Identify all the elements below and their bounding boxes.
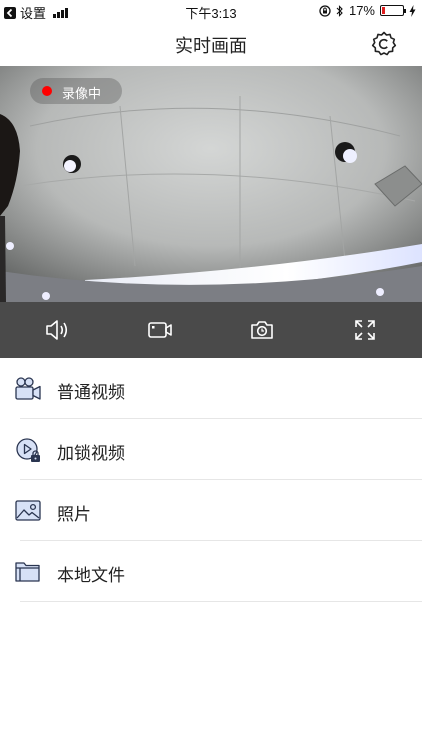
page-title: 实时画面: [175, 36, 247, 56]
battery-icon: [380, 5, 406, 16]
menu-label-photo: 照片: [57, 505, 91, 524]
battery-percent: 17%: [348, 3, 375, 18]
settings-icon[interactable]: [370, 30, 398, 58]
folder-icon: [15, 562, 40, 582]
locked-video-icon: [16, 438, 40, 462]
recording-label: 录像中: [62, 86, 102, 101]
orientation-lock-icon: [319, 4, 331, 17]
menu-item-photo[interactable]: 照片: [0, 480, 422, 541]
menu-label-normal-video: 普通视频: [57, 383, 125, 402]
recording-dot-icon: [42, 86, 52, 96]
speaker-icon[interactable]: [43, 316, 71, 344]
recording-status-badge: 录像中: [30, 78, 122, 104]
snapshot-icon[interactable]: [248, 316, 276, 344]
menu-item-locked-video[interactable]: 加锁视频: [0, 419, 422, 480]
divider: [20, 601, 422, 602]
record-video-icon[interactable]: [146, 316, 174, 344]
bluetooth-icon: [336, 4, 343, 17]
menu-item-local-files[interactable]: 本地文件: [0, 541, 422, 602]
charging-icon: [409, 4, 416, 17]
video-control-bar: [0, 302, 422, 358]
video-camera-icon: [15, 377, 41, 400]
fullscreen-icon[interactable]: [351, 316, 379, 344]
photo-icon: [15, 500, 41, 521]
menu-label-locked-video: 加锁视频: [57, 444, 125, 463]
status-right: 17%: [319, 3, 416, 18]
menu-item-normal-video[interactable]: 普通视频: [0, 358, 422, 419]
status-bar: 设置 下午3:13 17%: [0, 0, 422, 22]
file-menu-list: 普通视频 加锁视频 照片 本地文件: [0, 358, 422, 602]
menu-label-local-files: 本地文件: [57, 566, 125, 585]
nav-bar: 实时画面: [0, 22, 422, 66]
live-video-view[interactable]: 录像中: [0, 66, 422, 302]
